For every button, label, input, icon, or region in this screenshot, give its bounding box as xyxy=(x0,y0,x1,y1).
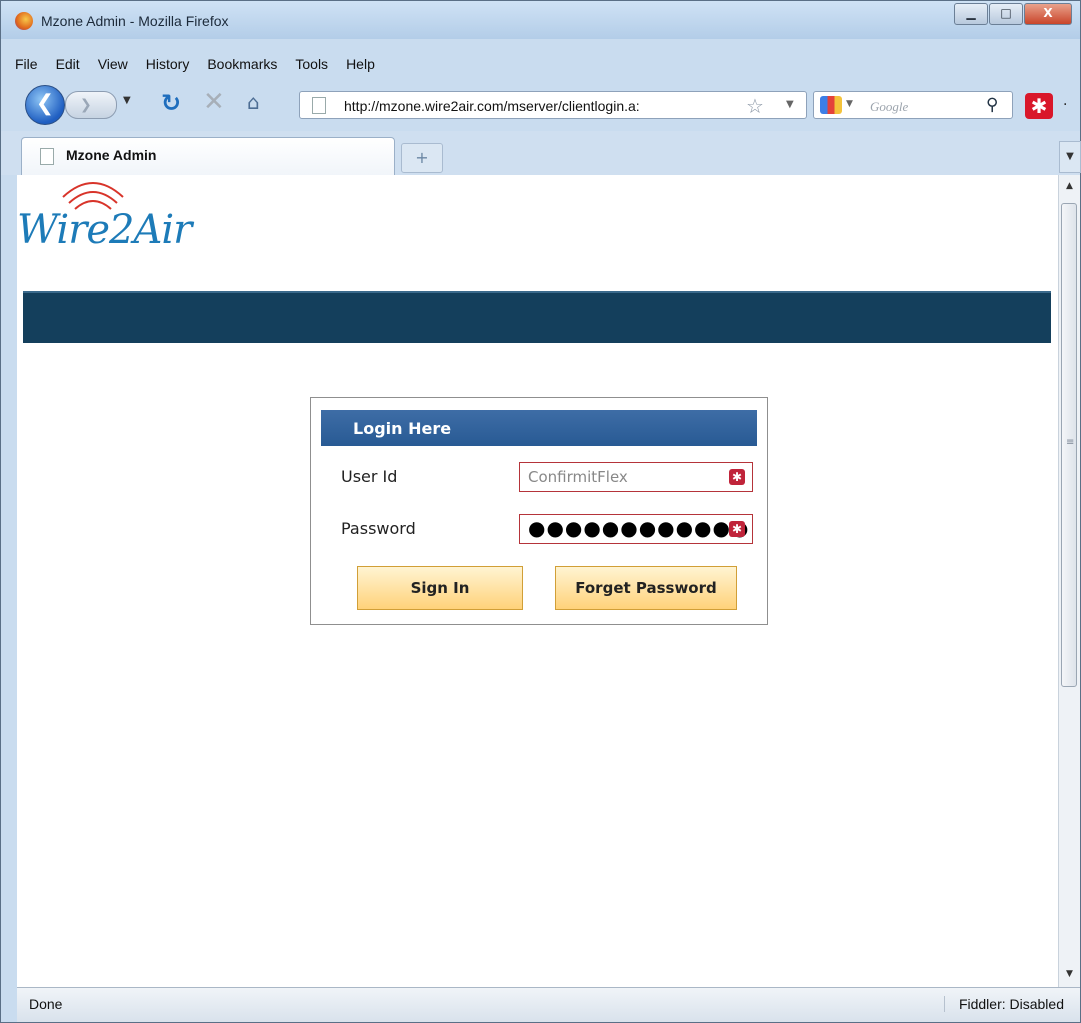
menu-help[interactable]: Help xyxy=(346,56,375,76)
window-title: Mzone Admin - Mozilla Firefox xyxy=(41,13,229,29)
sign-in-button[interactable]: Sign In xyxy=(357,566,523,610)
search-box[interactable]: ▼ Google ⚲ xyxy=(813,91,1013,119)
firefox-icon xyxy=(15,12,33,30)
menu-edit[interactable]: Edit xyxy=(56,56,80,76)
vertical-scrollbar[interactable]: ▲ ≡ ▼ xyxy=(1058,175,1080,987)
google-engine-icon[interactable] xyxy=(820,96,842,114)
back-arrow-icon: ❮ xyxy=(35,91,55,116)
home-icon[interactable]: ⌂ xyxy=(247,90,260,114)
url-text[interactable]: http://mzone.wire2air.com/mserver/client… xyxy=(344,98,740,114)
logo-text: Wire2Air xyxy=(17,207,192,253)
close-button[interactable]: X xyxy=(1024,3,1072,25)
search-placeholder[interactable]: Google xyxy=(870,99,908,115)
title-bar: Mzone Admin - Mozilla Firefox ▁ □ X xyxy=(1,1,1080,39)
tab-label: Mzone Admin xyxy=(66,147,157,163)
menu-file[interactable]: File xyxy=(15,56,38,76)
forward-button[interactable]: ❯ xyxy=(65,91,117,119)
forward-arrow-icon: ❯ xyxy=(80,97,92,113)
menu-bookmarks[interactable]: Bookmarks xyxy=(207,56,277,76)
login-heading: Login Here xyxy=(353,419,452,438)
password-label: Password xyxy=(341,519,416,538)
password-error-icon: ✱ xyxy=(729,521,745,537)
search-icon[interactable]: ⚲ xyxy=(986,95,998,115)
menu-bar: File Edit View History Bookmarks Tools H… xyxy=(15,56,393,76)
reload-icon[interactable]: ↻ xyxy=(161,89,181,117)
user-id-error-icon: ✱ xyxy=(729,469,745,485)
forget-password-button[interactable]: Forget Password xyxy=(555,566,737,610)
scroll-down-icon[interactable]: ▼ xyxy=(1066,969,1073,979)
user-id-label: User Id xyxy=(341,467,398,486)
menu-history[interactable]: History xyxy=(146,56,190,76)
tab-list-button[interactable]: ▼ xyxy=(1059,141,1081,173)
menu-view[interactable]: View xyxy=(98,56,128,76)
toolbar-overflow-icon[interactable]: · xyxy=(1063,97,1067,113)
history-dropdown-icon[interactable]: ▼ xyxy=(123,95,131,106)
password-field[interactable]: ●●●●●●●●●●●● xyxy=(519,514,753,544)
back-button[interactable]: ❮ xyxy=(25,85,65,125)
scroll-grip-icon: ≡ xyxy=(1066,437,1075,448)
login-panel: Login Here User Id ConfirmitFlex ✱ Passw… xyxy=(310,397,768,625)
browser-window: Mzone Admin - Mozilla Firefox ▁ □ X File… xyxy=(0,0,1081,1023)
status-bar: Done Fiddler: Disabled xyxy=(17,987,1080,1022)
minimize-button[interactable]: ▁ xyxy=(954,3,988,25)
address-bar[interactable]: http://mzone.wire2air.com/mserver/client… xyxy=(299,91,807,119)
tab-page-icon xyxy=(40,148,54,165)
wire2air-logo: Wire2Air xyxy=(17,175,277,285)
url-dropdown-icon[interactable]: ▼ xyxy=(786,99,794,110)
tab-mzone-admin[interactable]: Mzone Admin xyxy=(21,137,395,175)
page-icon xyxy=(312,97,326,114)
maximize-button[interactable]: □ xyxy=(989,3,1023,25)
stop-icon[interactable]: ✕ xyxy=(203,87,225,117)
user-id-field[interactable]: ConfirmitFlex xyxy=(519,462,753,492)
fiddler-status[interactable]: Fiddler: Disabled xyxy=(943,996,1064,1012)
status-text: Done xyxy=(29,996,63,1012)
menu-tools[interactable]: Tools xyxy=(295,56,328,76)
window-controls: ▁ □ X xyxy=(953,3,1072,25)
header-banner xyxy=(23,291,1051,343)
page-content: Wire2Air Login Here User Id ConfirmitFle… xyxy=(17,175,1058,987)
bookmark-star-icon[interactable]: ☆ xyxy=(746,94,764,118)
new-tab-button[interactable]: + xyxy=(401,143,443,173)
scroll-up-icon[interactable]: ▲ xyxy=(1066,181,1073,191)
addon-icon[interactable]: ✱ xyxy=(1025,93,1053,119)
login-header: Login Here xyxy=(321,410,757,446)
engine-dropdown-icon[interactable]: ▼ xyxy=(846,99,853,109)
